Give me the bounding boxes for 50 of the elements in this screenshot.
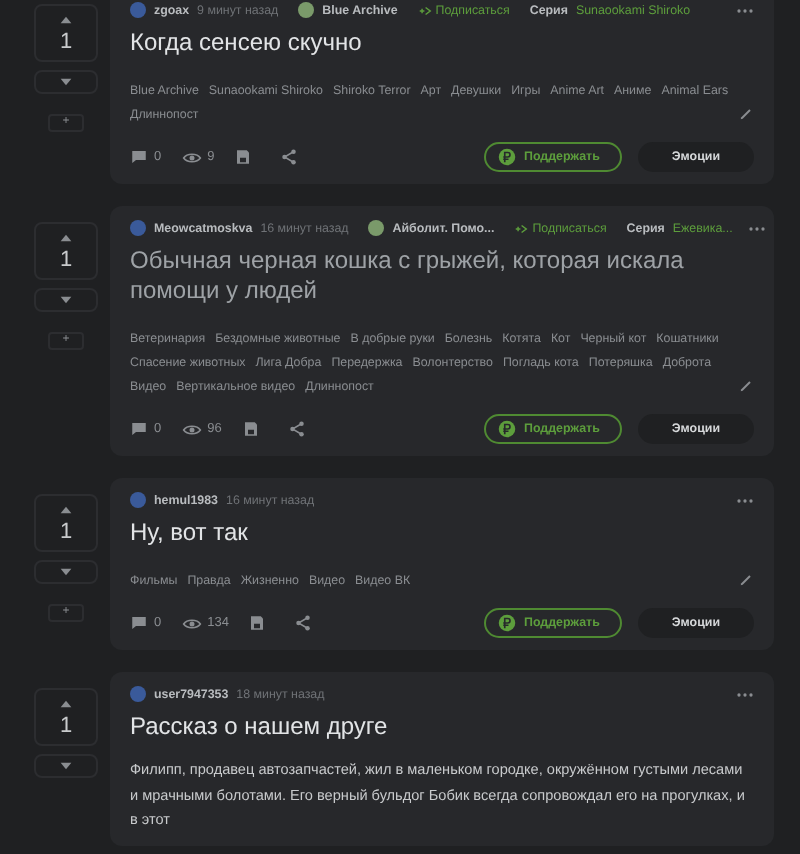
triangle-down-icon	[58, 74, 74, 90]
avatar-icon	[130, 492, 146, 508]
ruble-icon	[498, 148, 517, 166]
downvote-button[interactable]	[34, 560, 98, 584]
rating-count: 1	[59, 712, 73, 740]
eye-icon	[181, 147, 202, 167]
save-icon	[234, 148, 253, 166]
rating-count: 1	[59, 518, 73, 546]
subscribe-icon	[514, 221, 529, 235]
post-title[interactable]: Рассказ о нашем друге	[130, 712, 754, 742]
share-icon	[287, 420, 306, 438]
triangle-up-icon	[58, 502, 74, 518]
eye-icon	[181, 613, 202, 633]
triangle-up-icon	[58, 230, 74, 246]
share-icon	[280, 148, 299, 166]
post-title[interactable]: Обычная черная кошка с грыжей, которая искала помощи у людей	[130, 246, 754, 306]
upvote-button[interactable]	[58, 12, 74, 28]
downvote-button[interactable]	[34, 754, 98, 778]
triangle-up-icon	[58, 12, 74, 28]
rating-count: 1	[59, 28, 73, 56]
upvote-button[interactable]	[58, 230, 74, 246]
post-title[interactable]: Ну, вот так	[130, 518, 754, 548]
avatar-icon	[130, 220, 146, 236]
triangle-down-icon	[58, 564, 74, 580]
save-icon	[248, 614, 267, 632]
eye-icon	[181, 419, 202, 439]
community-avatar-icon	[298, 2, 315, 18]
rating-count: 1	[59, 246, 73, 274]
pencil-icon	[738, 106, 754, 122]
triangle-down-icon	[58, 758, 74, 774]
comment-icon	[130, 614, 148, 632]
comment-icon	[130, 420, 148, 438]
triangle-up-icon	[58, 696, 74, 712]
subscribe-icon	[417, 3, 432, 17]
post-title[interactable]: Когда сенсею скучно	[130, 28, 754, 58]
upvote-button[interactable]	[58, 502, 74, 518]
avatar-icon	[130, 686, 146, 702]
triangle-down-icon	[58, 292, 74, 308]
pencil-icon	[738, 378, 754, 394]
community-avatar-icon	[368, 220, 385, 236]
share-icon	[294, 614, 313, 632]
comment-icon	[130, 148, 148, 166]
upvote-button[interactable]	[58, 696, 74, 712]
ruble-icon	[498, 614, 517, 632]
downvote-button[interactable]	[34, 70, 98, 94]
avatar-icon	[130, 2, 146, 18]
pencil-icon	[738, 572, 754, 588]
save-icon	[241, 420, 260, 438]
downvote-button[interactable]	[34, 288, 98, 312]
ruble-icon	[498, 420, 517, 438]
